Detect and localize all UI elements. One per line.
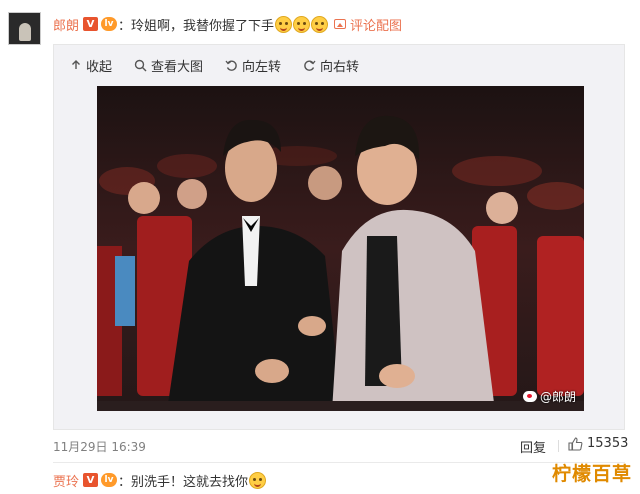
reply-comment: 贾玲 V lv ：别洗手！这就去找你 bbox=[53, 470, 267, 490]
smirk-emoji-icon bbox=[249, 471, 267, 489]
photo-illustration bbox=[97, 86, 584, 411]
thumbs-up-icon bbox=[568, 436, 583, 451]
collapse-button[interactable]: 收起 bbox=[70, 56, 112, 75]
rotate-left-button[interactable]: 向左转 bbox=[225, 56, 281, 75]
like-count: 15353 bbox=[587, 436, 629, 451]
reply-text: ：别洗手！这就去找你 bbox=[118, 474, 249, 490]
photo-watermark: @郎朗 bbox=[522, 388, 576, 405]
picture-icon bbox=[334, 19, 347, 29]
comment-text: ：玲姐啊，我替你握了下手 bbox=[118, 18, 275, 34]
search-icon bbox=[134, 59, 147, 71]
collapse-label: 收起 bbox=[86, 59, 113, 75]
verified-icon[interactable]: V bbox=[83, 17, 99, 31]
rotate-right-button[interactable]: 向右转 bbox=[303, 56, 359, 75]
avatar[interactable] bbox=[8, 12, 41, 45]
view-large-button[interactable]: 查看大图 bbox=[134, 56, 203, 75]
glasses-emoji-icon bbox=[293, 15, 311, 33]
comment-line: 郎朗 V lv ：玲姐啊，我替你握了下手 评论配图 bbox=[53, 14, 402, 34]
divider bbox=[558, 440, 559, 452]
like-button[interactable]: 15353 bbox=[568, 436, 628, 451]
rotate-right-icon bbox=[304, 60, 316, 71]
username[interactable]: 郎朗 bbox=[53, 15, 79, 34]
collapse-icon bbox=[72, 60, 80, 69]
reply-level-badge-icon[interactable]: lv bbox=[101, 473, 118, 487]
separator bbox=[53, 462, 625, 463]
post-footer: 11月29日 16:39 回复 15353 bbox=[53, 436, 628, 456]
laugh-emoji-icon bbox=[311, 15, 329, 33]
comment-picture-label: 评论配图 bbox=[350, 18, 403, 34]
reply-button[interactable]: 回复 bbox=[520, 437, 546, 456]
rotate-right-label: 向右转 bbox=[320, 59, 360, 75]
rotate-left-label: 向左转 bbox=[242, 59, 282, 75]
photo-watermark-text: @郎朗 bbox=[539, 390, 576, 404]
image-toolbar: 收起 查看大图 向左转 向右转 bbox=[54, 45, 624, 85]
smile-emoji-icon bbox=[275, 15, 293, 33]
reply-username[interactable]: 贾玲 bbox=[53, 471, 79, 490]
level-badge-icon[interactable]: lv bbox=[101, 17, 118, 31]
timestamp: 11月29日 16:39 bbox=[53, 440, 146, 454]
reply-verified-icon[interactable]: V bbox=[83, 473, 99, 487]
view-large-label: 查看大图 bbox=[151, 59, 204, 75]
post-photo[interactable]: @郎朗 bbox=[97, 86, 584, 411]
comment-picture-link[interactable]: 评论配图 bbox=[334, 15, 402, 34]
image-viewer-card: 收起 查看大图 向左转 向右转 @郎朗 bbox=[53, 44, 625, 430]
weibo-logo-icon bbox=[522, 391, 537, 402]
rotate-left-icon bbox=[225, 60, 237, 71]
avatar-figure bbox=[19, 23, 31, 41]
site-watermark: 柠檬百草 bbox=[551, 463, 632, 485]
